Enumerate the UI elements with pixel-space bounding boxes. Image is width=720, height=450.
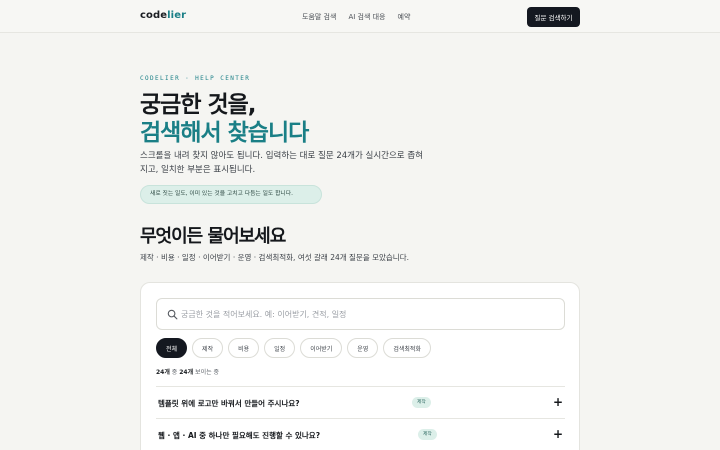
faq-category-tag: 제작 [412,397,431,408]
hero-eyebrow: CODELIER · HELP CENTER [140,75,251,82]
logo-accent: lier [167,10,187,21]
section-title: 무엇이든 물어보세요 [140,226,286,247]
results-shown: 24개 [156,369,170,376]
filter-chip-all[interactable]: 전체 [156,338,188,358]
results-total: 24개 [179,369,194,376]
results-suffix: 보이는 중 [195,369,220,376]
nav-link-ai-search[interactable]: AI 검색 대응 [348,12,385,22]
filter-chip-production[interactable]: 제작 [192,338,224,358]
faq-question: 템플릿 위에 로고만 바꿔서 만들어 주시나요? [158,399,300,408]
logo-main: code [140,10,168,21]
filter-chip-operations[interactable]: 운영 [347,338,379,358]
expand-plus-icon[interactable]: + [553,395,563,409]
main-nav: 도움말 검색 AI 검색 대응 예약 [302,12,410,22]
faq-item[interactable]: 템플릿 위에 로고만 바꿔서 만들어 주시나요? 제작 + [156,386,565,418]
section-description: 제작 · 비용 · 일정 · 이어받기 · 운영 · 검색최적화, 여섯 갈래 … [140,253,409,262]
search-question-button[interactable]: 질문 검색하기 [527,7,580,27]
faq-panel: 전체 제작 비용 일정 이어받기 운영 검색최적화 24개 중 24개 보이는 … [140,282,580,450]
faq-list: 템플릿 위에 로고만 바꿔서 만들어 주시나요? 제작 + 웹 · 앱 · AI… [156,386,565,450]
results-count: 24개 중 24개 보이는 중 [156,367,219,376]
filter-chip-schedule[interactable]: 일정 [264,338,296,358]
brand-logo[interactable]: codelier [140,10,186,21]
expand-plus-icon[interactable]: + [553,427,563,441]
filter-chip-handover[interactable]: 이어받기 [300,338,343,358]
faq-category-tag: 제작 [418,429,437,440]
top-nav-bar: codelier 도움말 검색 AI 검색 대응 예약 질문 검색하기 [0,0,720,33]
search-box [156,298,565,330]
faq-question: 웹 · 앱 · AI 중 하나만 필요해도 진행할 수 있나요? [158,431,321,440]
hero-title-line2: 검색해서 찾습니다 [140,120,309,146]
nav-link-help-search[interactable]: 도움말 검색 [302,12,336,22]
filter-chip-seo[interactable]: 검색최적화 [383,338,431,358]
results-of: 중 [171,369,178,376]
hero-note-pill: 새로 짓는 일도, 이미 있는 것을 고치고 다듬는 일도 합니다. [140,185,322,204]
hero-description: 스크롤을 내려 찾지 않아도 됩니다. 입력하는 대로 질문 24개가 실시간으… [140,151,423,175]
nav-link-booking[interactable]: 예약 [398,12,411,22]
search-input[interactable] [181,304,551,324]
filter-chip-cost[interactable]: 비용 [228,338,260,358]
filter-chips: 전체 제작 비용 일정 이어받기 운영 검색최적화 [156,338,431,358]
search-icon [167,309,178,320]
faq-item[interactable]: 웹 · 앱 · AI 중 하나만 필요해도 진행할 수 있나요? 제작 + [156,418,565,450]
